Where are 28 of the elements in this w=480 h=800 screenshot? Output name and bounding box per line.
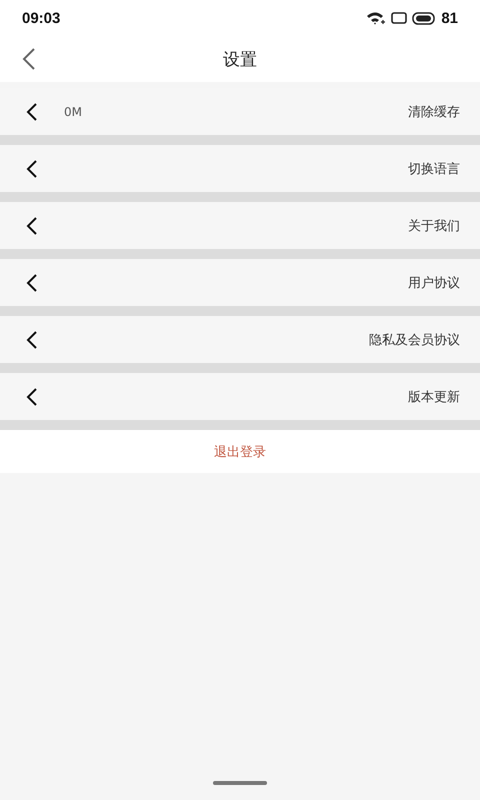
battery-level: 81: [441, 10, 458, 26]
item-label: 切换语言: [408, 160, 460, 178]
page-title: 设置: [223, 48, 257, 70]
logout-button[interactable]: 退出登录: [0, 430, 480, 473]
settings-item[interactable]: 隐私及会员协议: [0, 316, 480, 363]
settings-item[interactable]: 切换语言: [0, 145, 480, 192]
item-label: 清除缓存: [408, 104, 460, 120]
battery-icon: [412, 12, 436, 24]
item-value: 0M: [64, 104, 82, 118]
settings-item[interactable]: 用户协议: [0, 259, 480, 306]
wifi-icon: [366, 11, 386, 25]
item-label: 版本更新: [408, 388, 460, 406]
status-time: 09:03: [22, 10, 60, 26]
chevron-icon: [26, 386, 38, 406]
item-label: 隐私及会员协议: [369, 332, 460, 348]
settings-item[interactable]: 版本更新: [0, 373, 480, 420]
chevron-icon: [26, 216, 38, 236]
chevron-icon: [26, 272, 38, 292]
chevron-icon: [26, 102, 38, 122]
settings-item[interactable]: 关于我们: [0, 202, 480, 249]
back-icon[interactable]: [22, 47, 36, 71]
home-indicator: [213, 781, 267, 785]
screen-icon: [391, 12, 408, 24]
item-label: 用户协议: [408, 274, 460, 292]
settings-item[interactable]: 0M 清除缓存: [0, 88, 480, 135]
item-label: 关于我们: [408, 218, 460, 234]
chevron-icon: [26, 330, 38, 350]
chevron-icon: [26, 158, 38, 178]
